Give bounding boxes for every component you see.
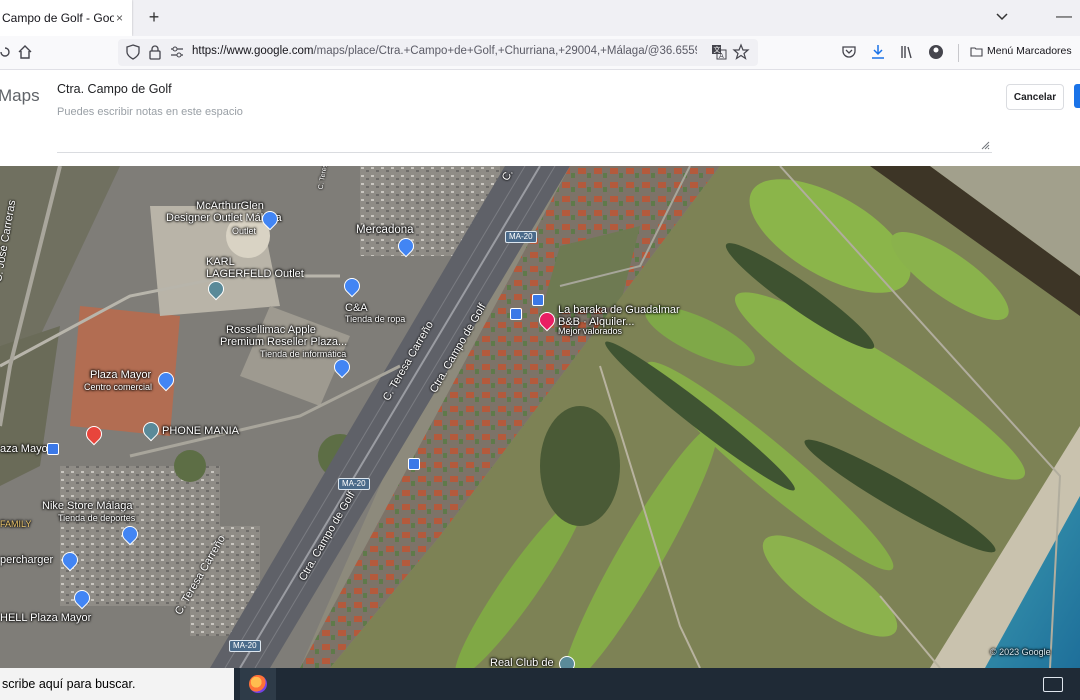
bus-stop-icon[interactable]: [532, 294, 544, 306]
place-label[interactable]: Real Club de: [490, 657, 554, 668]
tab-title: Campo de Golf - Google M: [2, 11, 114, 25]
bookmarks-label: Menú Marcadores: [987, 45, 1072, 57]
place-label[interactable]: LAGERFELD Outlet: [206, 268, 304, 280]
maps-note-panel: Maps Ctra. Campo de Golf Puedes escribir…: [0, 70, 1080, 166]
place-sublabel: Tienda de informática: [260, 349, 347, 359]
url-text[interactable]: https://www.google.com/maps/place/Ctra.+…: [192, 45, 697, 57]
tab-strip: Campo de Golf - Google M × + —: [0, 0, 1080, 36]
save-button[interactable]: [1074, 84, 1080, 108]
chevron-down-icon[interactable]: [994, 8, 1010, 24]
url-host: https://www.google.com: [192, 45, 314, 57]
reload-icon[interactable]: [0, 43, 14, 61]
satellite-map[interactable]: C. José Carreras C. Teresa Carreño C. Te…: [0, 166, 1080, 668]
url-path: /maps/place/Ctra.+Campo+de+Golf,+Churria…: [313, 45, 697, 57]
taskbar: scribe aquí para buscar.: [0, 668, 1080, 700]
url-bar[interactable]: https://www.google.com/maps/place/Ctra.+…: [118, 39, 758, 66]
highway-shield: MA-20: [338, 478, 370, 490]
highway-shield: MA-20: [229, 640, 261, 652]
maps-logo[interactable]: Maps: [0, 86, 40, 106]
place-sublabel: Outlet: [232, 226, 257, 236]
place-sublabel: Tienda de ropa: [345, 314, 406, 324]
minimize-icon[interactable]: —: [1056, 8, 1072, 26]
svg-text:A: A: [719, 52, 724, 60]
tab-google-maps[interactable]: Campo de Golf - Google M ×: [0, 0, 132, 36]
note-placeholder: Puedes escribir notas en este espacio: [57, 106, 243, 118]
lock-icon[interactable]: [146, 43, 164, 61]
place-sublabel: Mejor valorados: [558, 326, 623, 336]
bus-stop-icon[interactable]: [408, 458, 420, 470]
place-label[interactable]: Nike Store Málaga: [42, 500, 133, 512]
place-title: Ctra. Campo de Golf: [57, 82, 172, 96]
library-icon[interactable]: [898, 43, 916, 61]
bookmark-star-icon[interactable]: [732, 43, 750, 61]
place-label[interactable]: McArthurGlen: [196, 200, 264, 212]
taskbar-search-text: scribe aquí para buscar.: [2, 677, 136, 691]
bus-stop-icon[interactable]: [510, 308, 522, 320]
taskbar-search-input[interactable]: scribe aquí para buscar.: [0, 668, 234, 700]
place-label[interactable]: HELL Plaza Mayor: [0, 612, 91, 624]
highway-shield: MA-20: [505, 231, 537, 243]
home-icon[interactable]: [16, 43, 34, 61]
cancel-button[interactable]: Cancelar: [1006, 84, 1064, 110]
place-label[interactable]: PHONE MANIA: [162, 425, 239, 437]
place-sublabel: Centro comercial: [84, 382, 153, 392]
place-label[interactable]: FAMILY: [0, 518, 31, 530]
permissions-icon[interactable]: [168, 43, 186, 61]
place-label[interactable]: Premium Reseller Plaza...: [220, 336, 347, 348]
map-copyright: © 2023 Google: [990, 647, 1051, 657]
satellite-imagery: [0, 166, 1080, 668]
keyboard-icon[interactable]: [1043, 677, 1063, 692]
note-input[interactable]: Puedes escribir notas en este espacio: [57, 106, 992, 153]
toolbar-separator: [958, 44, 959, 62]
download-icon[interactable]: [869, 43, 887, 61]
account-icon[interactable]: [927, 43, 945, 61]
place-label[interactable]: Plaza Mayor: [90, 369, 151, 381]
shield-icon[interactable]: [124, 43, 142, 61]
place-label[interactable]: La baraka de Guadalmar: [558, 304, 680, 316]
close-icon[interactable]: ×: [116, 11, 123, 25]
folder-icon: [970, 46, 983, 57]
place-label[interactable]: Mercadona: [356, 224, 414, 236]
place-label[interactable]: Rossellimac Apple: [226, 324, 316, 336]
new-tab-button[interactable]: +: [143, 6, 165, 28]
place-label[interactable]: aza Mayor: [0, 443, 51, 455]
bookmarks-menu[interactable]: Menú Marcadores: [970, 45, 1072, 57]
translate-icon[interactable]: 文A: [710, 43, 728, 61]
navigation-bar: https://www.google.com/maps/place/Ctra.+…: [0, 36, 1080, 70]
train-station-icon[interactable]: [47, 443, 59, 455]
pocket-icon[interactable]: [840, 43, 858, 61]
place-sublabel: Tienda de deportes: [58, 513, 136, 523]
firefox-icon: [249, 675, 267, 693]
place-label[interactable]: KARL: [206, 256, 235, 268]
firefox-taskbar-button[interactable]: [240, 668, 276, 700]
resize-grip-icon[interactable]: [980, 140, 990, 150]
place-label[interactable]: percharger: [0, 554, 53, 566]
